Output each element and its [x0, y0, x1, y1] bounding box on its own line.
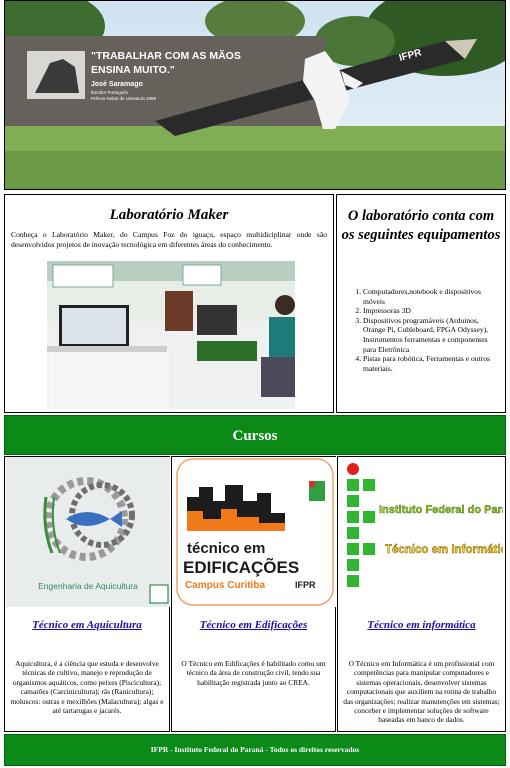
- course-desc-edificacoes: O Técnico em Edificações é habilitado co…: [181, 659, 326, 687]
- informatica-image-line1: Instituto Federal do Paraná: [379, 504, 503, 516]
- course-image-edificacoes: técnico em EDIFICAÇÕES Campus Curitiba I…: [173, 457, 337, 607]
- equipment-title: O laboratório conta com os seguintes equ…: [341, 208, 501, 243]
- hero-banner: "TRABALHAR COM AS MÃOS ENSINA MUITO." Jo…: [4, 0, 506, 190]
- course-desc-aquicultura: Aquicultura, é a ciência que estuda e de…: [10, 659, 164, 716]
- hero-author-role: Escritor Português: [91, 90, 129, 95]
- edificacoes-image-line3: Campus Curitiba: [185, 580, 265, 591]
- about-text: Conheça o Laboratório Maker, do Campus F…: [11, 230, 327, 249]
- cursos-banner: Cursos: [4, 415, 506, 455]
- footer: IFPR - Instituto Federal do Paraná - Tod…: [4, 734, 506, 766]
- course-link-edificacoes[interactable]: Técnico em Edificações: [172, 619, 335, 631]
- edificacoes-image-line2: EDIFICAÇÕES: [183, 557, 299, 577]
- hero-author-prize: Prêmio Nobel de Literatura 1998: [91, 96, 157, 101]
- equipment-item: Pistas para robótica, Ferramentas e outr…: [363, 354, 499, 373]
- edificacoes-image-line4: IFPR: [295, 580, 316, 590]
- course-image-caption: Engenharia de Aquicultura: [38, 581, 138, 591]
- about-section: Laboratório Maker Conheça o Laboratório …: [4, 194, 334, 413]
- course-card-aquicultura: Engenharia de Aquicultura Técnico em Aqu…: [4, 456, 170, 732]
- informatica-image-line2: Técnico em Informática: [385, 544, 503, 556]
- hero-author: José Saramago: [91, 81, 143, 88]
- course-link-aquicultura[interactable]: Técnico em Aquicultura: [5, 619, 169, 631]
- hero-quote-line1: "TRABALHAR COM AS MÃOS: [91, 49, 241, 62]
- lab-photo: [47, 261, 295, 409]
- hero-quote-line2: ENSINA MUITO.": [91, 64, 175, 76]
- hero-image: "TRABALHAR COM AS MÃOS ENSINA MUITO." Jo…: [5, 1, 505, 189]
- equipment-section: O laboratório conta com os seguintes equ…: [336, 194, 506, 413]
- course-card-edificacoes: técnico em EDIFICAÇÕES Campus Curitiba I…: [171, 456, 337, 732]
- course-image-informatica: Instituto Federal do Paraná Técnico em I…: [339, 457, 503, 607]
- equipment-list: Computadores,notebook e dispositivos móv…: [337, 287, 505, 373]
- cursos-title: Cursos: [232, 428, 278, 444]
- course-link-informatica[interactable]: Técnico em informática: [338, 619, 505, 631]
- footer-text: IFPR - Instituto Federal do Paraná - Tod…: [150, 745, 360, 754]
- course-card-informatica: Instituto Federal do Paraná Técnico em I…: [337, 456, 506, 732]
- equipment-item: Impressoras 3D: [363, 306, 499, 316]
- equipment-item: Dispositivos programáveis (Arduinos, Ora…: [363, 316, 499, 354]
- course-desc-informatica: O Técnico em Informática é um profission…: [343, 659, 500, 725]
- edificacoes-image-line1: técnico em: [187, 540, 265, 557]
- about-title: Laboratório Maker: [109, 207, 229, 223]
- course-image-aquicultura: Engenharia de Aquicultura: [6, 457, 170, 607]
- equipment-item: Computadores,notebook e dispositivos móv…: [363, 287, 499, 306]
